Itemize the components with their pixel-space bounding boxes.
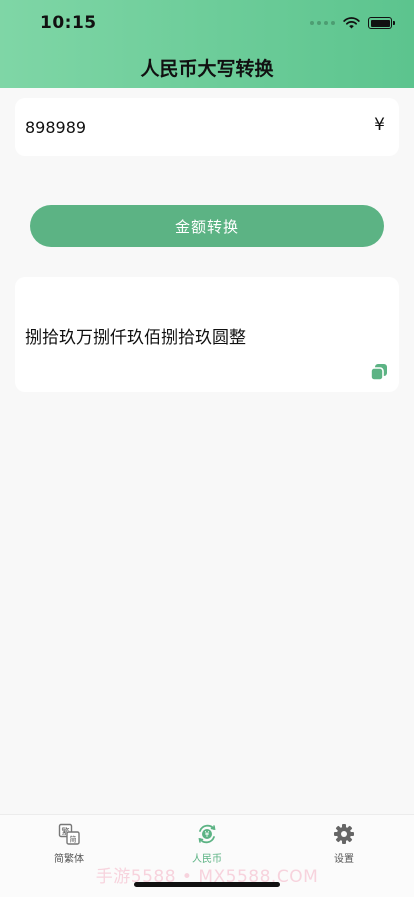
tab-traditional-simplified[interactable]: 繁 简 简繁体 — [29, 823, 109, 865]
tab-rmb[interactable]: ¥ 人民币 — [167, 823, 247, 865]
amount-input-card: ¥ — [15, 98, 399, 156]
tab-settings[interactable]: 设置 — [304, 823, 384, 865]
status-bar: 10:15 — [0, 0, 414, 46]
copy-icon[interactable] — [369, 362, 389, 382]
traditional-simplified-icon: 繁 简 — [58, 823, 80, 845]
svg-text:¥: ¥ — [205, 830, 210, 839]
battery-icon — [368, 17, 395, 29]
rmb-convert-icon: ¥ — [198, 824, 216, 844]
home-indicator — [134, 882, 280, 887]
cellular-signal-icon — [310, 21, 335, 25]
result-card: 捌拾玖万捌仟玖佰捌拾玖圆整 — [15, 277, 399, 392]
wifi-icon — [343, 17, 360, 29]
convert-button[interactable]: 金额转换 — [30, 205, 384, 247]
status-icons — [310, 15, 395, 31]
page-title: 人民币大写转换 — [140, 58, 274, 80]
svg-text:简: 简 — [70, 835, 77, 844]
amount-input[interactable] — [25, 112, 345, 142]
result-text: 捌拾玖万捌仟玖佰捌拾玖圆整 — [25, 328, 246, 348]
currency-symbol: ¥ — [374, 115, 385, 135]
gear-icon — [334, 824, 354, 844]
status-time: 10:15 — [40, 13, 97, 33]
header-bar: 10:15 人民币大写转换 — [0, 0, 414, 88]
